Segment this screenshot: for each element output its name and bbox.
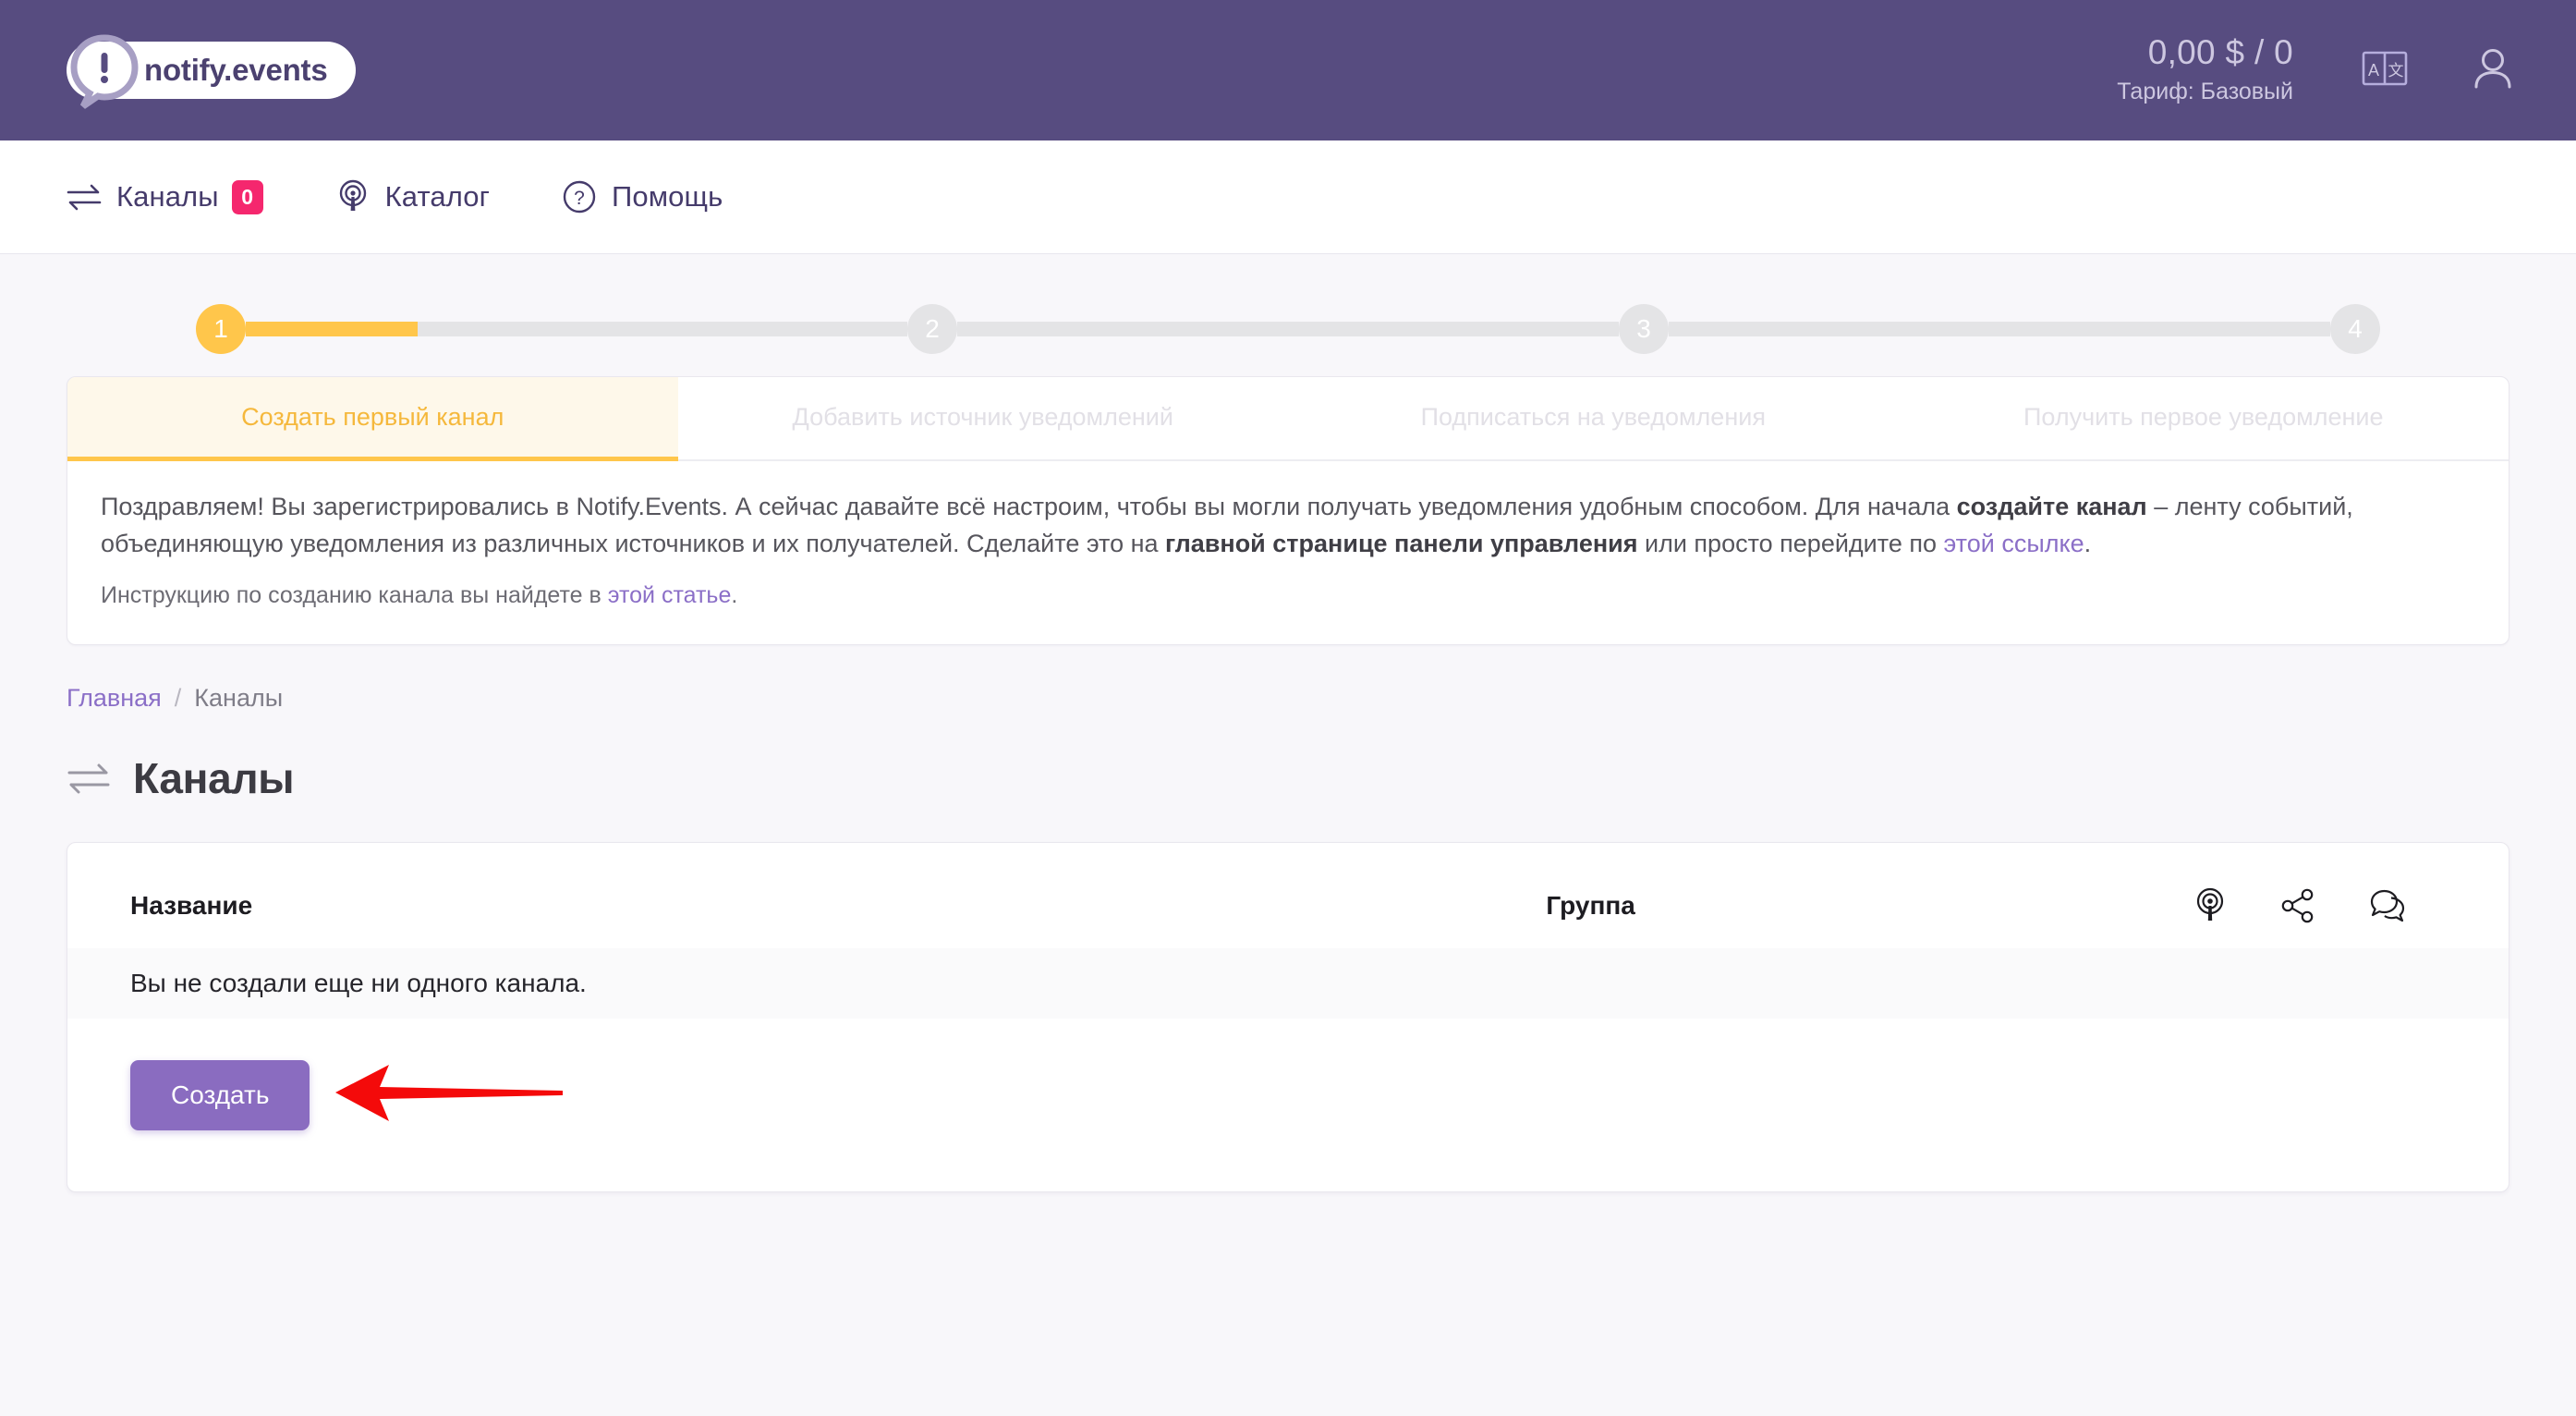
onboarding-panel: Создать первый канал Добавить источник у… [67,376,2509,646]
empty-state-message: Вы не создали еще ни одного канала. [67,948,2509,1019]
balance-amount: 0,00 $ / 0 [2147,32,2293,71]
broadcast-icon[interactable] [2193,887,2228,924]
page-title: Каналы [67,753,2509,803]
table-row-empty: Вы не создали еще ни одного канала. [67,948,2509,1019]
step-bar-3 [1669,322,2330,336]
step-bar-2 [957,322,1619,336]
nav-item-channels[interactable]: Каналы 0 [67,179,263,214]
onboarding-stepper: 1 2 3 4 [196,254,2380,356]
user-account-icon[interactable] [2469,44,2517,97]
onboarding-hint: Инструкцию по созданию канала вы найдете… [101,579,2475,613]
nav-label-help: Помощь [612,180,723,213]
channels-card: Название Группа Вы не создали еще ни одн… [67,842,2509,1193]
main-content: 1 2 3 4 Создать первый канал Добавить ис… [0,254,2576,1193]
step-circle-4[interactable]: 4 [2330,304,2380,354]
svg-text:?: ? [574,188,585,209]
onboarding-tabs: Создать первый канал Добавить источник у… [67,377,2509,461]
step-bar-1 [246,322,907,336]
page-title-text: Каналы [133,754,295,803]
step-circle-3[interactable]: 3 [1619,304,1669,354]
channels-count-badge: 0 [231,179,263,214]
nav-item-catalog[interactable]: Каталог [335,179,490,214]
language-translate-icon[interactable]: A 文 [2362,51,2408,91]
svg-text:文: 文 [2388,62,2404,80]
breadcrumb-separator: / [174,684,182,713]
logo[interactable]: notify.events [67,34,356,109]
hint-suffix: . [731,582,738,609]
nav-label-catalog: Каталог [384,180,491,213]
exclamation-bubble-icon [67,32,142,112]
create-button[interactable]: Создать [130,1059,310,1130]
plan-label: Тариф: Базовый [2117,78,2293,104]
channels-table: Название Группа Вы не создали еще ни одн… [67,871,2509,1019]
column-header-group: Группа [1546,891,1635,921]
nav-item-help[interactable]: ? Помощь [562,179,723,214]
hint-prefix: Инструкцию по созданию канала вы найдете… [101,582,608,609]
exchange-arrows-icon [67,763,111,794]
tab-receive-first-notification[interactable]: Получить первое уведомление [1899,377,2509,459]
step-circle-2[interactable]: 2 [907,304,957,354]
paragraph-part-1: Поздравляем! Вы зарегистрировались в Not… [101,493,1957,520]
app-header: notify.events 0,00 $ / 0 Тариф: Базовый … [0,0,2576,140]
chat-bubbles-icon[interactable] [2368,888,2407,923]
tab-add-notification-source[interactable]: Добавить источник уведомлений [678,377,1289,459]
exchange-arrows-icon [67,183,102,211]
link-this-article[interactable]: этой статье [608,582,732,608]
header-right-group: 0,00 $ / 0 Тариф: Базовый A 文 [2117,31,2517,110]
nav-label-channels: Каналы [116,180,219,213]
link-this-link[interactable]: этой ссылке [1943,530,2084,557]
step-circle-1[interactable]: 1 [196,304,246,354]
onboarding-paragraph: Поздравляем! Вы зарегистрировались в Not… [101,489,2475,562]
question-circle-icon: ? [562,179,597,214]
red-left-arrow-annotation [334,1056,565,1134]
logo-text: notify.events [144,53,328,87]
card-actions: Создать [67,1019,2509,1134]
column-header-actions [2021,871,2509,948]
paragraph-part-3: или просто перейдите по [1637,529,1944,557]
paragraph-bold-create-channel: создайте канал [1956,493,2147,520]
tab-subscribe-notifications[interactable]: Подписаться на уведомления [1288,377,1899,459]
tab-create-first-channel[interactable]: Создать первый канал [67,377,678,461]
column-header-name: Название [130,891,253,921]
breadcrumb-current: Каналы [194,684,284,713]
breadcrumb-home[interactable]: Главная [67,684,162,713]
paragraph-bold-dashboard: главной странице панели управления [1165,529,1638,557]
breadcrumb: Главная / Каналы [67,684,2509,713]
paragraph-part-4: . [2084,529,2092,557]
share-nodes-icon[interactable] [2279,887,2316,924]
onboarding-panel-body: Поздравляем! Вы зарегистрировались в Not… [67,461,2509,644]
svg-text:A: A [2368,61,2379,79]
broadcast-icon [335,179,371,214]
balance-block[interactable]: 0,00 $ / 0 Тариф: Базовый [2117,31,2293,110]
table-header-row: Название Группа [67,871,2509,948]
main-navigation: Каналы 0 Каталог ? Помощь [0,140,2576,254]
